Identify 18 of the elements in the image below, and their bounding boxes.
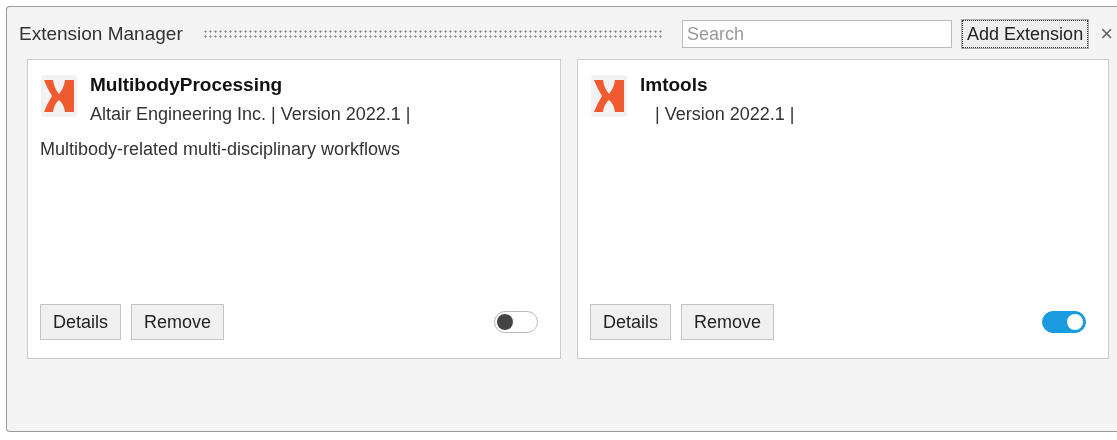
search-field[interactable]: Search <box>682 20 953 48</box>
window-title: Extension Manager <box>19 23 183 45</box>
extension-name: lmtools <box>640 74 709 96</box>
close-button[interactable]: × <box>1096 21 1117 47</box>
drag-handle[interactable] <box>202 29 663 39</box>
details-button[interactable]: Details <box>590 304 672 340</box>
add-extension-button[interactable]: Add Extension <box>962 20 1089 48</box>
remove-button[interactable]: Remove <box>681 304 775 340</box>
extension-description: Multibody-related multi-disciplinary workflows <box>40 139 402 160</box>
extension-version: Altair Engineering Inc. | Version 2022.1 | <box>90 104 411 125</box>
details-button[interactable]: Details <box>40 304 122 340</box>
extension-version: | Version 2022.1 | <box>654 104 795 125</box>
h-logo-icon <box>40 74 78 118</box>
remove-button[interactable]: Remove <box>131 304 225 340</box>
extension-name: MultibodyProcessing <box>90 74 284 96</box>
toggle-switch[interactable] <box>494 311 538 333</box>
h-logo-icon <box>590 74 628 118</box>
toggle-switch[interactable] <box>1042 311 1086 333</box>
